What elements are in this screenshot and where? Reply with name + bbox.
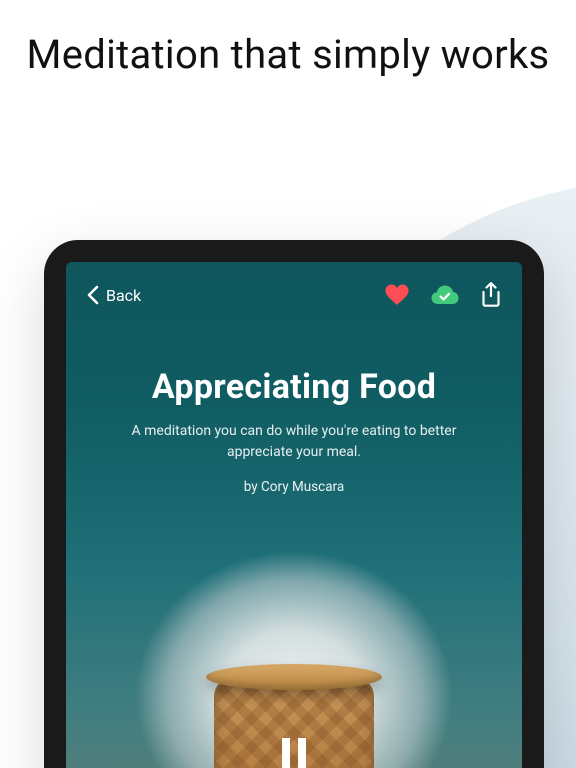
meditation-author: by Cory Muscara — [96, 479, 492, 495]
heart-icon[interactable] — [384, 283, 410, 307]
share-icon[interactable] — [480, 282, 502, 308]
top-bar: Back — [66, 282, 522, 308]
back-button[interactable]: Back — [86, 285, 141, 305]
promo-headline: Meditation that simply works — [0, 32, 576, 78]
cone-rim — [206, 664, 382, 690]
back-label: Back — [106, 286, 141, 305]
action-bar — [384, 282, 502, 308]
cloud-check-icon[interactable] — [430, 284, 460, 306]
pause-icon — [279, 736, 309, 768]
tablet-frame: Back Appreciating Food A meditation y — [44, 240, 544, 768]
meditation-description: A meditation you can do while you're eat… — [114, 421, 474, 463]
content-block: Appreciating Food A meditation you can d… — [66, 367, 522, 495]
pause-button[interactable] — [279, 736, 309, 768]
meditation-title: Appreciating Food — [96, 367, 492, 407]
chevron-left-icon — [86, 285, 100, 305]
app-screen: Back Appreciating Food A meditation y — [66, 262, 522, 768]
app-promo-stage: Meditation that simply works Back — [0, 0, 576, 768]
